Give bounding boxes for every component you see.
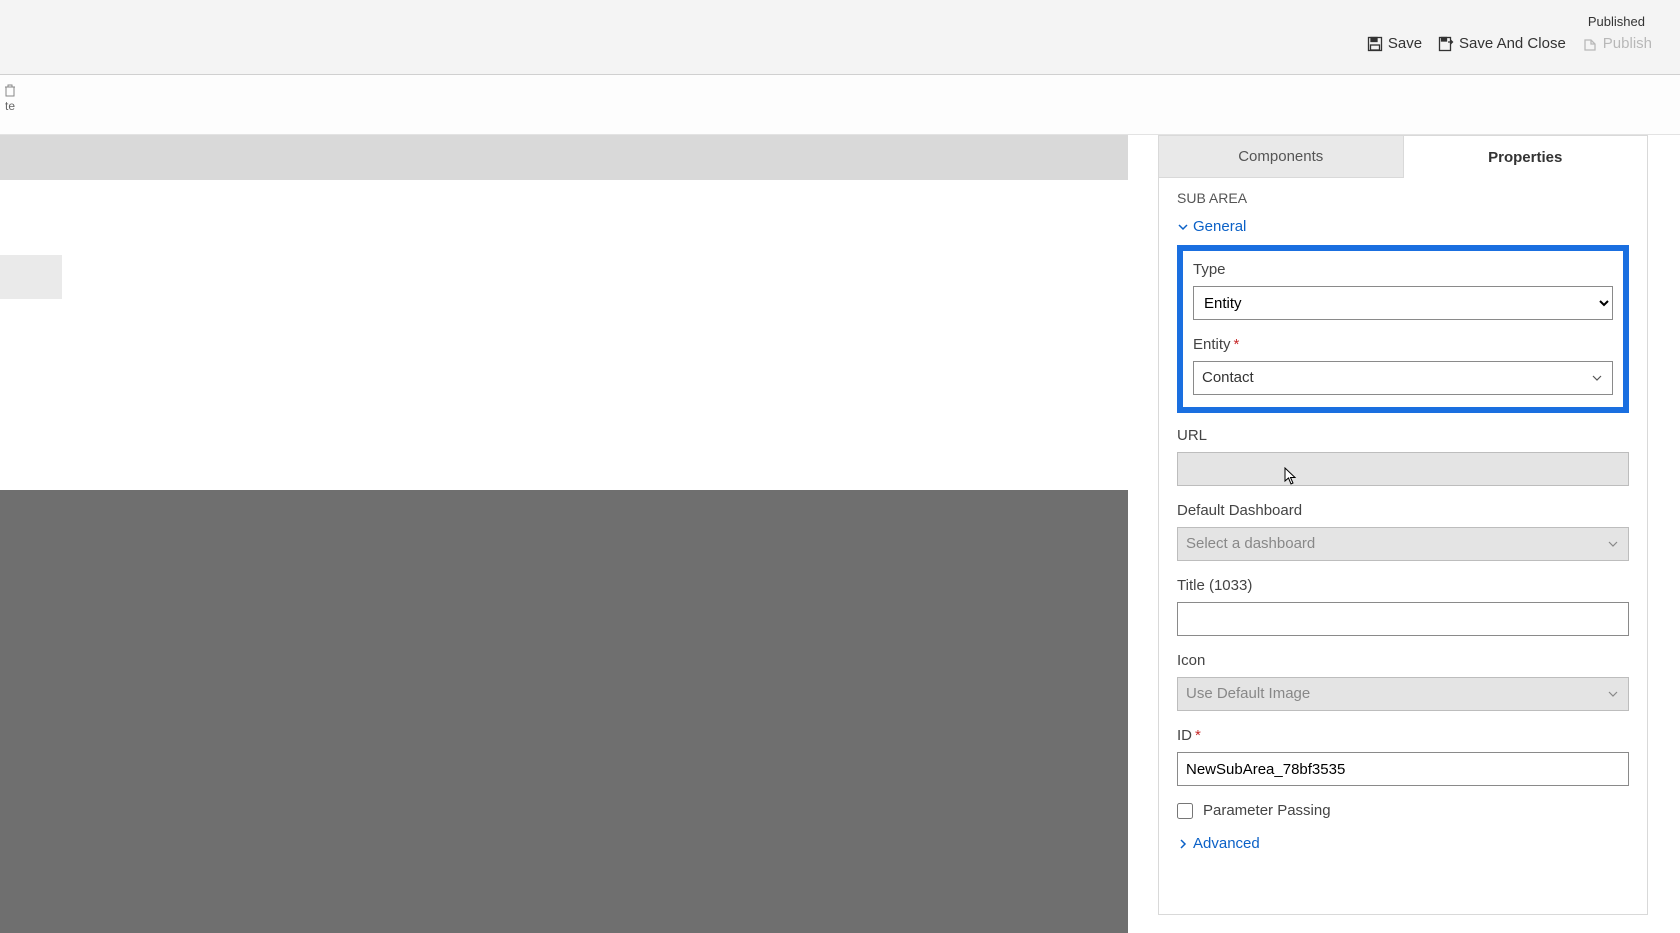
published-status: Published	[1588, 14, 1645, 29]
highlighted-fields: Type Entity Entity* Contact	[1177, 245, 1629, 413]
secondary-bar: te	[0, 75, 1680, 135]
publish-button[interactable]: Publish	[1582, 35, 1652, 52]
id-label: ID*	[1177, 727, 1629, 744]
save-label: Save	[1388, 35, 1422, 52]
title-label: Title (1033)	[1177, 577, 1629, 594]
save-button[interactable]: Save	[1367, 35, 1422, 52]
canvas-white-region	[0, 180, 1128, 490]
toolbar: Save Save And Close Publish	[1367, 35, 1652, 52]
entity-label: Entity*	[1193, 336, 1613, 353]
save-close-icon	[1438, 36, 1454, 52]
parameter-passing-row: Parameter Passing	[1177, 802, 1629, 819]
publish-icon	[1582, 36, 1598, 52]
icon-field-group: Icon Use Default Image	[1177, 652, 1629, 711]
save-icon	[1367, 36, 1383, 52]
delete-button-partial[interactable]: te	[0, 83, 20, 113]
type-select[interactable]: Entity	[1193, 286, 1613, 320]
icon-label: Icon	[1177, 652, 1629, 669]
right-panel: Components Properties SUB AREA General T…	[1158, 135, 1648, 915]
canvas-header-strip	[0, 135, 1128, 180]
parameter-passing-checkbox[interactable]	[1177, 803, 1193, 819]
default-dashboard-label: Default Dashboard	[1177, 502, 1629, 519]
tab-components[interactable]: Components	[1159, 136, 1404, 178]
panel-tabs: Components Properties	[1159, 136, 1647, 178]
type-field-group: Type Entity	[1193, 261, 1613, 320]
tab-properties[interactable]: Properties	[1404, 136, 1648, 178]
general-section-toggle[interactable]: General	[1177, 218, 1629, 235]
entity-field-group: Entity* Contact	[1193, 336, 1613, 395]
chevron-right-icon	[1177, 838, 1189, 850]
trash-icon	[3, 83, 17, 97]
chevron-down-icon	[1177, 221, 1189, 233]
general-section-label: General	[1193, 218, 1246, 235]
save-and-close-button[interactable]: Save And Close	[1438, 35, 1566, 52]
parameter-passing-label: Parameter Passing	[1203, 802, 1331, 819]
icon-select[interactable]: Use Default Image	[1177, 677, 1629, 711]
delete-label-partial: te	[5, 99, 15, 113]
url-label: URL	[1177, 427, 1629, 444]
id-input[interactable]	[1177, 752, 1629, 786]
publish-label: Publish	[1603, 35, 1652, 52]
default-dashboard-select: Select a dashboard	[1177, 527, 1629, 561]
title-input[interactable]	[1177, 602, 1629, 636]
id-field-group: ID*	[1177, 727, 1629, 786]
top-bar: Published Save Save And Close Publish	[0, 0, 1680, 75]
canvas-subarea-item[interactable]	[0, 255, 62, 299]
url-field-group: URL	[1177, 427, 1629, 486]
default-dashboard-field-group: Default Dashboard Select a dashboard	[1177, 502, 1629, 561]
url-input	[1177, 452, 1629, 486]
type-label: Type	[1193, 261, 1613, 278]
advanced-section-toggle[interactable]: Advanced	[1177, 835, 1629, 852]
title-field-group: Title (1033)	[1177, 577, 1629, 636]
entity-select[interactable]: Contact	[1193, 361, 1613, 395]
save-and-close-label: Save And Close	[1459, 35, 1566, 52]
section-title: SUB AREA	[1177, 190, 1629, 206]
panel-body: SUB AREA General Type Entity Entity* Con…	[1159, 178, 1647, 914]
advanced-section-label: Advanced	[1193, 835, 1260, 852]
canvas-area	[0, 135, 1128, 933]
